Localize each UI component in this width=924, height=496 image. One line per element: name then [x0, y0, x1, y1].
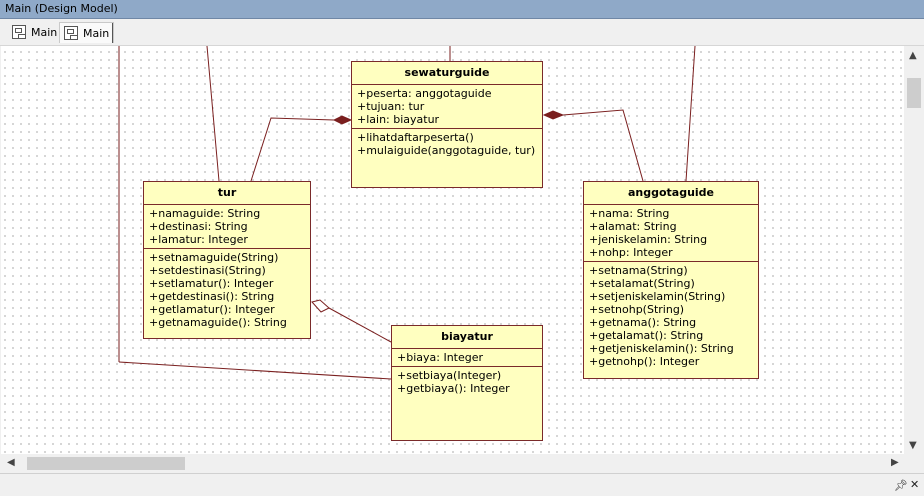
- diagram-tab-bar: Main Main: [0, 19, 924, 46]
- association-line: [118, 361, 392, 380]
- tab-divider: [112, 23, 113, 43]
- operation: +getjeniskelamin(): String: [589, 342, 734, 355]
- scroll-down-icon[interactable]: ▼: [909, 440, 917, 451]
- aggregation-line: [328, 307, 392, 343]
- operation-list: +lihatdaftarpeserta() +mulaiguide(anggot…: [352, 129, 542, 159]
- tab-label: Main: [31, 25, 58, 39]
- attribute: +jeniskelamin: String: [589, 233, 708, 246]
- attribute: +peserta: anggotaguide: [357, 87, 492, 100]
- close-icon[interactable]: ✕: [910, 478, 919, 491]
- attribute: +namaguide: String: [149, 207, 261, 220]
- horizontal-scroll-thumb[interactable]: [27, 457, 185, 470]
- operation-list: +setnama(String) +setalamat(String) +set…: [584, 262, 758, 370]
- class-name: anggotaguide: [584, 182, 758, 205]
- attribute: +biaya: Integer: [397, 351, 484, 364]
- class-name: tur: [144, 182, 310, 205]
- operation: +setbiaya(Integer): [397, 369, 502, 382]
- operation: +mulaiguide(anggotaguide, tur): [357, 144, 536, 157]
- operation: +getnamaguide(): String: [149, 316, 287, 329]
- operation: +setjeniskelamin(String): [589, 290, 726, 303]
- association-line: [685, 46, 696, 182]
- tab-main-2[interactable]: Main: [59, 22, 115, 43]
- attribute: +lain: biayatur: [357, 113, 440, 126]
- attribute: +nohp: Integer: [589, 246, 673, 259]
- pin-icon[interactable]: 📌︎: [894, 479, 908, 492]
- attribute-list: +nama: String +alamat: String +jeniskela…: [584, 205, 758, 262]
- operation: +setlamatur(): Integer: [149, 277, 274, 290]
- operation: +setnohp(String): [589, 303, 685, 316]
- association-line: [206, 46, 220, 182]
- composition-line-tur: [250, 117, 335, 182]
- class-anggotaguide[interactable]: anggotaguide +nama: String +alamat: Stri…: [583, 181, 759, 379]
- vertical-scroll-thumb[interactable]: [907, 78, 921, 108]
- attribute: +lamatur: Integer: [149, 233, 248, 246]
- operation: +lihatdaftarpeserta(): [357, 131, 474, 144]
- attribute-list: +peserta: anggotaguide +tujuan: tur +lai…: [352, 85, 542, 129]
- scroll-right-icon[interactable]: ▶: [891, 457, 899, 468]
- tab-main-1[interactable]: Main: [8, 22, 61, 42]
- vertical-scrollbar[interactable]: ▲ ▼: [905, 46, 923, 454]
- horizontal-scrollbar[interactable]: ◀ ▶: [1, 455, 905, 472]
- scroll-up-icon[interactable]: ▲: [909, 50, 917, 61]
- class-tur[interactable]: tur +namaguide: String +destinasi: Strin…: [143, 181, 311, 339]
- scroll-left-icon[interactable]: ◀: [7, 457, 15, 468]
- composition-diamond: [332, 115, 353, 125]
- composition-diamond: [542, 110, 565, 120]
- operation: +getnama(): String: [589, 316, 697, 329]
- class-name: biayatur: [392, 326, 542, 349]
- attribute-list: +namaguide: String +destinasi: String +l…: [144, 205, 310, 249]
- diagram-icon: [12, 25, 26, 39]
- window-title-bar: Main (Design Model): [0, 0, 924, 19]
- aggregation-diamond: [311, 299, 330, 313]
- attribute: +destinasi: String: [149, 220, 248, 233]
- operation: +getlamatur(): Integer: [149, 303, 275, 316]
- class-biayatur[interactable]: biayatur +biaya: Integer +setbiaya(Integ…: [391, 325, 543, 441]
- attribute: +nama: String: [589, 207, 670, 220]
- attribute-list: +biaya: Integer: [392, 349, 542, 367]
- operation: +setalamat(String): [589, 277, 695, 290]
- window-title: Main (Design Model): [5, 2, 118, 15]
- operation: +getbiaya(): Integer: [397, 382, 510, 395]
- tab-label: Main: [83, 26, 110, 40]
- attribute: +tujuan: tur: [357, 100, 425, 113]
- operation: +getdestinasi(): String: [149, 290, 275, 303]
- operation: +getalamat(): String: [589, 329, 704, 342]
- operation: +setnamaguide(String): [149, 251, 279, 264]
- bottom-panel-bar: 📌︎ ✕: [0, 473, 924, 496]
- class-name: sewaturguide: [352, 62, 542, 85]
- attribute: +alamat: String: [589, 220, 677, 233]
- diagram-icon: [64, 26, 78, 40]
- class-sewaturguide[interactable]: sewaturguide +peserta: anggotaguide +tuj…: [351, 61, 543, 188]
- operation-list: +setbiaya(Integer) +getbiaya(): Integer: [392, 367, 542, 397]
- composition-line-anggotaguide: [562, 109, 644, 182]
- operation: +getnohp(): Integer: [589, 355, 700, 368]
- operation: +setdestinasi(String): [149, 264, 266, 277]
- operation: +setnama(String): [589, 264, 688, 277]
- diagram-canvas[interactable]: sewaturguide +peserta: anggotaguide +tuj…: [1, 46, 904, 454]
- operation-list: +setnamaguide(String) +setdestinasi(Stri…: [144, 249, 310, 331]
